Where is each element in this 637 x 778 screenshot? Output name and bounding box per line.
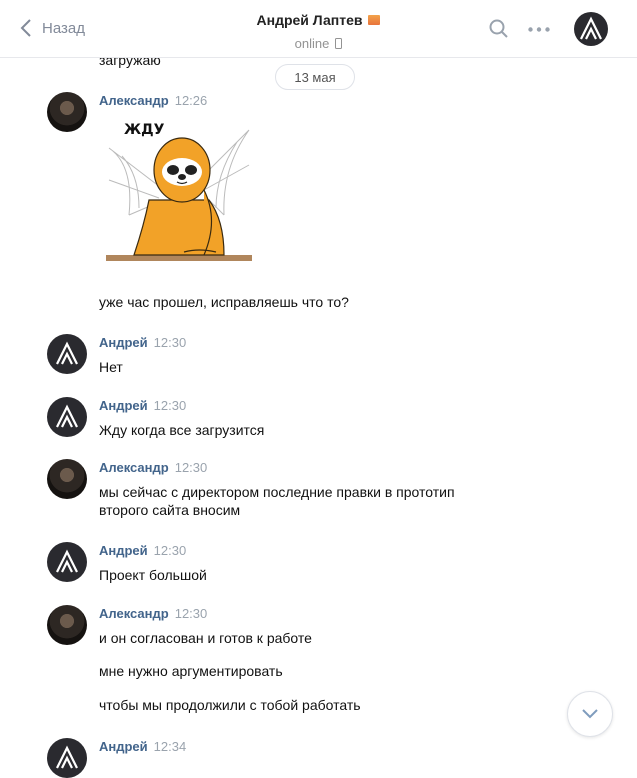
message-text: и он согласован и готов к работе xyxy=(99,630,312,646)
search-icon[interactable] xyxy=(489,19,509,39)
message-text: Нет xyxy=(99,359,123,375)
mobile-icon xyxy=(335,38,343,49)
chat-title[interactable]: Андрей Лаптев xyxy=(257,12,381,28)
message-text: Жду когда все загрузится xyxy=(99,422,265,438)
avatar[interactable] xyxy=(47,397,87,437)
sender-name[interactable]: Андрей xyxy=(99,543,148,558)
chevron-down-icon xyxy=(582,709,598,719)
chat-avatar[interactable] xyxy=(574,12,608,46)
avatar[interactable] xyxy=(47,92,87,132)
message-time[interactable]: 12:30 xyxy=(154,543,187,558)
date-divider: 13 мая xyxy=(275,64,355,90)
logo-a-icon xyxy=(56,404,78,428)
online-status: online xyxy=(295,36,343,51)
avatar[interactable] xyxy=(47,459,87,499)
message-time[interactable]: 12:26 xyxy=(175,93,208,108)
message-text: мы сейчас с директором последние правки … xyxy=(99,484,455,518)
sender-name[interactable]: Андрей xyxy=(99,739,148,754)
scroll-down-button[interactable] xyxy=(567,691,613,737)
sender-name[interactable]: Александр xyxy=(99,606,169,621)
message-text: уже час прошел, исправляешь что то? xyxy=(99,294,349,310)
avatar[interactable] xyxy=(47,605,87,645)
more-icon[interactable] xyxy=(528,27,550,32)
avatar[interactable] xyxy=(47,334,87,374)
sender-name[interactable]: Андрей xyxy=(99,398,148,413)
message-time[interactable]: 12:34 xyxy=(154,739,187,754)
message-time[interactable]: 12:30 xyxy=(154,335,187,350)
avatar[interactable] xyxy=(47,542,87,582)
sender-name[interactable]: Александр xyxy=(99,93,169,108)
logo-a-icon xyxy=(580,16,602,40)
message-text: чтобы мы продолжили с тобой работать xyxy=(99,697,361,713)
sender-name[interactable]: Андрей xyxy=(99,335,148,350)
message-time[interactable]: 12:30 xyxy=(175,460,208,475)
message-time[interactable]: 12:30 xyxy=(175,606,208,621)
sender-name[interactable]: Александр xyxy=(99,460,169,475)
sloth-sticker: ЖДУ xyxy=(106,122,252,261)
message-text: мне нужно аргументировать xyxy=(99,663,283,679)
logo-a-icon xyxy=(56,341,78,365)
message-time[interactable]: 12:30 xyxy=(154,398,187,413)
status-text: online xyxy=(294,36,330,51)
sunset-emoji-icon xyxy=(368,15,381,25)
logo-a-icon xyxy=(56,549,78,573)
logo-a-icon xyxy=(56,745,78,769)
message-text: Проект большой xyxy=(99,567,207,583)
sticker-text: ЖДУ xyxy=(124,122,165,138)
chat-header: Назад Андрей Лаптев online xyxy=(0,0,637,58)
avatar[interactable] xyxy=(47,738,87,778)
chat-title-text: Андрей Лаптев xyxy=(256,12,363,28)
